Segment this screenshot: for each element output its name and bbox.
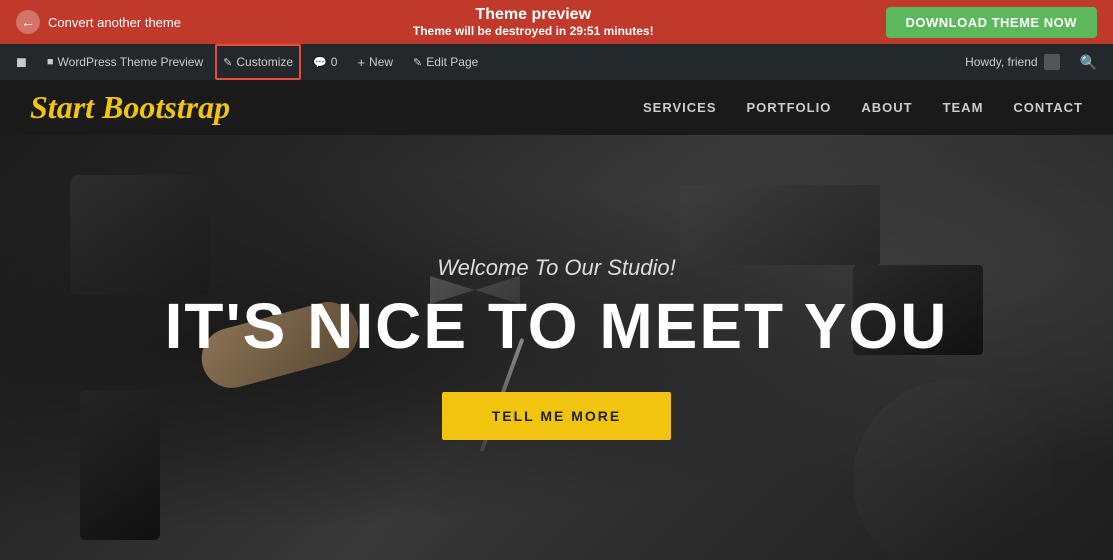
banner-title: Theme preview xyxy=(413,6,654,24)
nav-item-portfolio[interactable]: PORTFOLIO xyxy=(747,100,832,115)
hero-title: IT'S NICE TO MEET YOU xyxy=(165,291,949,361)
banner-subtitle: Theme will be destroyed in 29:51 minutes… xyxy=(413,24,654,38)
theme-preview-icon: ■ xyxy=(47,56,54,68)
comments-button[interactable]: 💬 0 xyxy=(305,44,345,80)
theme-preview-banner: ← Convert another theme Theme preview Th… xyxy=(0,0,1113,44)
hero-content: Welcome To Our Studio! IT'S NICE TO MEET… xyxy=(165,255,949,439)
site-header: Start Bootstrap SERVICES PORTFOLIO ABOUT… xyxy=(0,80,1113,135)
download-theme-button[interactable]: DOWNLOAD THEME NOW xyxy=(886,7,1097,38)
banner-subtitle-prefix: Theme will be destroyed in xyxy=(413,24,570,38)
nav-item-about[interactable]: ABOUT xyxy=(861,100,912,115)
edit-page-button[interactable]: ✎ Edit Page xyxy=(405,44,486,80)
back-label: Convert another theme xyxy=(48,15,181,30)
bg-box xyxy=(680,185,880,265)
nav-item-team[interactable]: TEAM xyxy=(943,100,984,115)
pencil-icon: ✎ xyxy=(223,56,232,69)
bg-phone xyxy=(80,390,160,540)
hero-section: Welcome To Our Studio! IT'S NICE TO MEET… xyxy=(0,135,1113,560)
countdown-timer: 29:51 xyxy=(570,24,601,38)
convert-another-theme-button[interactable]: ← Convert another theme xyxy=(16,10,181,34)
back-icon: ← xyxy=(16,10,40,34)
new-content-button[interactable]: + New xyxy=(349,44,401,80)
site-nav: SERVICES PORTFOLIO ABOUT TEAM CONTACT xyxy=(643,100,1083,115)
search-button[interactable]: 🔍 xyxy=(1072,54,1105,71)
theme-preview-label: WordPress Theme Preview xyxy=(58,55,204,69)
customize-button[interactable]: ✎ Customize xyxy=(215,44,301,80)
comment-icon: 💬 xyxy=(313,56,327,69)
wp-logo-button[interactable]: ■ xyxy=(8,44,35,80)
customize-label: Customize xyxy=(236,55,293,69)
edit-page-label: Edit Page xyxy=(426,55,478,69)
plus-icon: + xyxy=(357,55,365,70)
wp-icon: ■ xyxy=(16,52,27,73)
site-logo[interactable]: Start Bootstrap xyxy=(30,89,230,126)
banner-subtitle-suffix: minutes! xyxy=(600,24,653,38)
new-label: New xyxy=(369,55,393,69)
howdy-label: Howdy, friend xyxy=(965,55,1037,69)
user-avatar xyxy=(1044,54,1060,70)
banner-center: Theme preview Theme will be destroyed in… xyxy=(413,6,654,38)
nav-item-contact[interactable]: CONTACT xyxy=(1013,100,1083,115)
howdy-section[interactable]: Howdy, friend xyxy=(957,54,1067,70)
cta-button[interactable]: TELL ME MORE xyxy=(442,392,672,440)
theme-preview-item[interactable]: ■ WordPress Theme Preview xyxy=(39,44,211,80)
wp-admin-bar: ■ ■ WordPress Theme Preview ✎ Customize … xyxy=(0,44,1113,80)
nav-item-services[interactable]: SERVICES xyxy=(643,100,717,115)
hero-subtitle: Welcome To Our Studio! xyxy=(165,255,949,281)
edit-icon: ✎ xyxy=(413,56,422,69)
comments-count: 0 xyxy=(331,55,338,69)
